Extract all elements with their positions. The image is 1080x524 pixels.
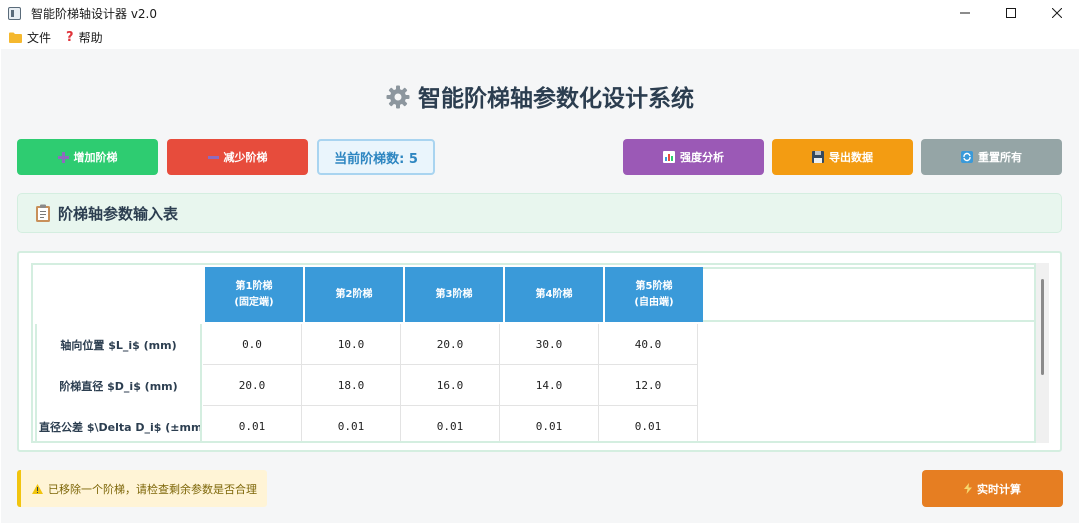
- page-title-text: 智能阶梯轴参数化设计系统: [418, 86, 694, 112]
- reset-all-label: 重置所有: [978, 151, 1022, 164]
- export-data-label: 导出数据: [829, 151, 873, 164]
- column-header-title: 第5阶梯: [635, 280, 673, 292]
- add-step-button[interactable]: 增加阶梯: [17, 139, 158, 175]
- column-header-subtitle: (自由端): [634, 296, 674, 308]
- row-header-step-diameter[interactable]: 阶梯直径 $D_i$ (mm): [35, 365, 202, 407]
- minimize-icon: [960, 12, 970, 14]
- menu-bar: 文件 ? 帮助: [0, 27, 1080, 47]
- remove-step-label: 减少阶梯: [223, 151, 268, 164]
- strength-analysis-button[interactable]: 强度分析: [623, 139, 764, 175]
- strength-analysis-label: 强度分析: [680, 151, 724, 164]
- menu-help-label: 帮助: [78, 30, 103, 45]
- scrollbar-thumb[interactable]: [1041, 279, 1044, 375]
- menu-file-label: 文件: [27, 30, 52, 45]
- realtime-calc-label: 实时计算: [977, 482, 1021, 496]
- table-cell[interactable]: 16.0: [401, 365, 500, 406]
- remove-step-button[interactable]: 减少阶梯: [167, 139, 308, 175]
- warning-icon: [32, 483, 43, 494]
- main-content: 智能阶梯轴参数化设计系统 增加阶梯 减少阶梯 当前阶梯数: 5 强度分析 导出数…: [1, 49, 1079, 523]
- menu-file[interactable]: 文件: [9, 29, 51, 46]
- window-controls: [942, 0, 1080, 26]
- status-message-text: 已移除一个阶梯，请检查剩余参数是否合理: [48, 482, 257, 496]
- menu-help[interactable]: ? 帮助: [66, 29, 103, 46]
- column-header-step-5[interactable]: 第5阶梯 (自由端): [605, 267, 703, 322]
- table-cell[interactable]: 0.01: [401, 406, 500, 441]
- app-icon: [8, 6, 21, 20]
- add-step-label: 增加阶梯: [73, 151, 118, 164]
- table-cell[interactable]: 18.0: [302, 365, 401, 406]
- realtime-calc-button[interactable]: 实时计算: [922, 470, 1063, 507]
- save-icon: [812, 151, 824, 163]
- maximize-icon: [1006, 8, 1016, 18]
- table-empty-area: [700, 324, 1034, 441]
- table-cell[interactable]: 20.0: [401, 324, 500, 365]
- parameter-table-panel: 第1阶梯 (固定端) 第2阶梯 第3阶梯 第4阶梯 第5阶梯 (自由端) 轴向位…: [17, 251, 1062, 452]
- column-header-subtitle: (固定端): [234, 296, 274, 308]
- table-cell[interactable]: 30.0: [500, 324, 599, 365]
- lightning-icon: [964, 483, 972, 494]
- close-icon: [1052, 8, 1062, 18]
- table-cell[interactable]: 20.0: [203, 365, 302, 406]
- export-data-button[interactable]: 导出数据: [772, 139, 913, 175]
- folder-icon: [9, 32, 22, 43]
- close-button[interactable]: [1034, 0, 1080, 26]
- row-header-diameter-tolerance[interactable]: 直径公差 $\Delta D_i$ (±mm): [35, 407, 202, 441]
- table-cell[interactable]: 0.01: [500, 406, 599, 441]
- chart-icon: [663, 151, 675, 163]
- step-count-display: 当前阶梯数: 5: [317, 139, 435, 175]
- clipboard-icon: [35, 204, 51, 222]
- status-message: 已移除一个阶梯，请检查剩余参数是否合理: [17, 470, 267, 507]
- column-header-title: 第3阶梯: [435, 288, 473, 300]
- column-header-title: 第2阶梯: [335, 288, 373, 300]
- table-cell[interactable]: 10.0: [302, 324, 401, 365]
- minimize-button[interactable]: [942, 0, 988, 26]
- header-filler: [703, 267, 1034, 322]
- question-icon: ?: [66, 29, 74, 45]
- section-title: 阶梯轴参数输入表: [58, 204, 179, 223]
- table-cell[interactable]: 12.0: [599, 365, 698, 406]
- column-header-title: 第1阶梯: [235, 280, 273, 292]
- table-cell[interactable]: 0.0: [203, 324, 302, 365]
- page-title: 智能阶梯轴参数化设计系统: [1, 79, 1079, 115]
- column-header-step-3[interactable]: 第3阶梯: [405, 267, 503, 322]
- table-cell[interactable]: 0.01: [599, 406, 698, 441]
- table-cell[interactable]: 14.0: [500, 365, 599, 406]
- reset-all-button[interactable]: 重置所有: [921, 139, 1062, 175]
- refresh-icon: [961, 151, 973, 163]
- section-header: 阶梯轴参数输入表: [17, 193, 1062, 233]
- column-header-title: 第4阶梯: [535, 288, 573, 300]
- column-header-step-4[interactable]: 第4阶梯: [505, 267, 603, 322]
- gear-icon: [386, 85, 410, 115]
- parameter-table: 第1阶梯 (固定端) 第2阶梯 第3阶梯 第4阶梯 第5阶梯 (自由端) 轴向位…: [31, 263, 1036, 443]
- title-bar: 智能阶梯轴设计器 v2.0: [0, 0, 1080, 26]
- table-cell[interactable]: 0.01: [203, 406, 302, 441]
- row-header-axial-position[interactable]: 轴向位置 $L_i$ (mm): [35, 324, 202, 365]
- window-title: 智能阶梯轴设计器 v2.0: [31, 6, 158, 21]
- plus-icon: [57, 151, 69, 163]
- minus-icon: [207, 152, 219, 163]
- table-cell[interactable]: 40.0: [599, 324, 698, 365]
- table-cell[interactable]: 0.01: [302, 406, 401, 441]
- column-header-step-2[interactable]: 第2阶梯: [305, 267, 403, 322]
- maximize-button[interactable]: [988, 0, 1034, 26]
- table-corner: [33, 265, 205, 324]
- column-header-step-1[interactable]: 第1阶梯 (固定端): [205, 267, 303, 322]
- vertical-scrollbar[interactable]: [1036, 263, 1049, 443]
